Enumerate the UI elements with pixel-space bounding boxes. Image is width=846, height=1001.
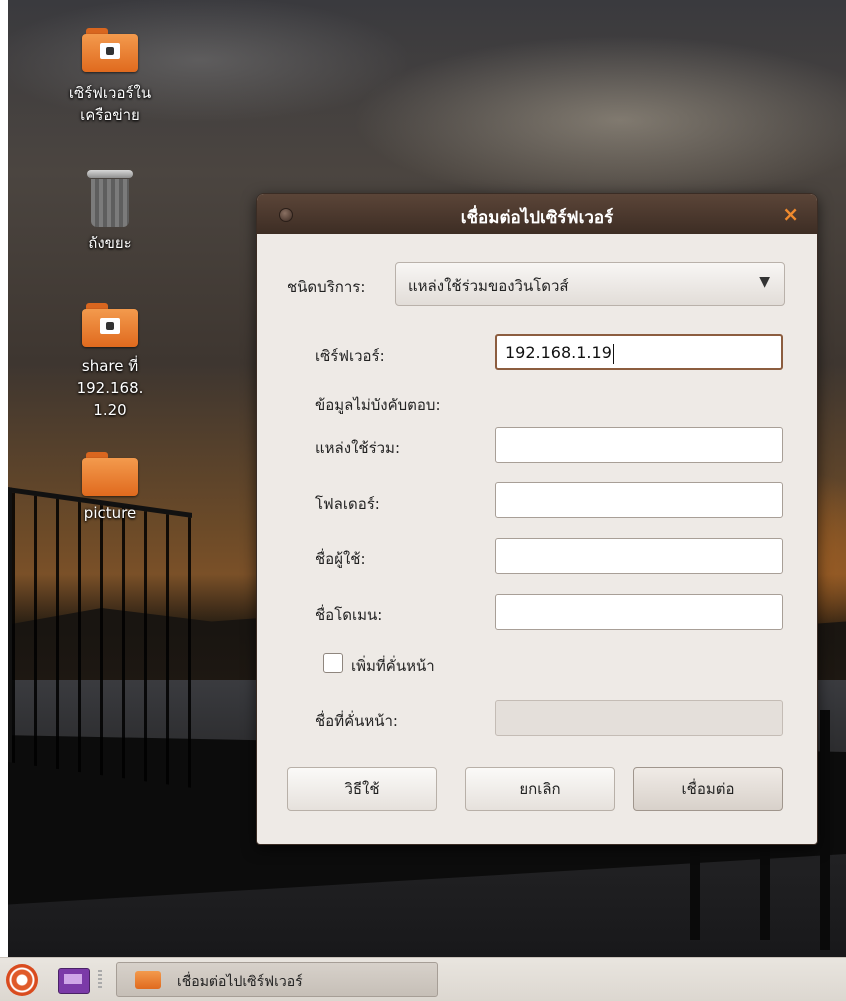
chevron-down-icon: ▼	[759, 274, 770, 290]
share-input[interactable]	[495, 427, 783, 463]
add-bookmark-checkbox[interactable]	[323, 653, 343, 673]
optional-info-label: ข้อมูลไม่บังคับตอบ:	[315, 396, 441, 414]
pier-post	[690, 830, 700, 940]
desktop-icon-network-servers[interactable]: เซิร์ฟเวอร์ใน เครือข่าย	[50, 28, 170, 126]
taskbar-task-connect-server[interactable]: เชื่อมต่อไปเซิร์ฟเวอร์	[116, 962, 438, 997]
desktop-icon-picture[interactable]: picture	[50, 452, 170, 524]
desktop-icon-label: เครือข่าย	[80, 106, 140, 124]
taskbar: เชื่อมต่อไปเซิร์ฟเวอร์	[0, 957, 846, 1001]
taskbar-separator	[98, 970, 102, 990]
service-type-value: แหล่งใช้ร่วมของวินโดวส์	[408, 277, 569, 295]
server-input-value: 192.168.1.19	[505, 343, 612, 362]
server-label: เซิร์ฟเวอร์:	[315, 347, 385, 365]
share-label: แหล่งใช้ร่วม:	[315, 439, 400, 457]
desktop-icon-label: ถังขยะ	[88, 234, 132, 252]
share-folder-icon	[82, 303, 138, 347]
username-input[interactable]	[495, 538, 783, 574]
connect-to-server-dialog: เชื่อมต่อไปเซิร์ฟเวอร์ × ชนิดบริการ: แหล…	[256, 193, 818, 845]
domain-label: ชื่อโดเมน:	[315, 606, 383, 624]
add-bookmark-label[interactable]: เพิ่มที่คั่นหน้า	[351, 654, 435, 678]
cancel-button[interactable]: ยกเลิก	[465, 767, 615, 811]
folder-icon	[135, 971, 161, 989]
screen-edge	[0, 0, 8, 957]
trash-icon	[87, 170, 133, 228]
desktop-icon-label: เซิร์ฟเวอร์ใน	[68, 84, 152, 102]
text-cursor	[612, 343, 614, 364]
folder-icon	[82, 452, 138, 496]
service-type-dropdown[interactable]: แหล่งใช้ร่วมของวินโดวส์ ▼	[395, 262, 785, 306]
pier-railing	[8, 487, 192, 788]
folder-label: โฟลเดอร์:	[315, 495, 380, 513]
domain-input[interactable]	[495, 594, 783, 630]
connect-button[interactable]: เชื่อมต่อ	[633, 767, 783, 811]
network-folder-icon	[82, 28, 138, 72]
username-label: ชื่อผู้ใช้:	[315, 550, 366, 568]
bookmark-name-input	[495, 700, 783, 736]
service-type-label: ชนิดบริการ:	[287, 278, 366, 296]
desktop-icon-trash[interactable]: ถังขยะ	[50, 170, 170, 254]
desktop-icon-share[interactable]: share ที่ 192.168. 1.20	[50, 303, 170, 421]
main-menu-icon[interactable]	[6, 964, 38, 996]
app-launcher-icon[interactable]	[58, 968, 90, 994]
close-icon[interactable]: ×	[782, 202, 799, 226]
desktop-icon-label: picture	[83, 504, 137, 522]
taskbar-task-label: เชื่อมต่อไปเซิร์ฟเวอร์	[177, 974, 303, 990]
desktop-icon-label: 1.20	[93, 401, 127, 419]
folder-input[interactable]	[495, 482, 783, 518]
dialog-title: เชื่อมต่อไปเซิร์ฟเวอร์	[460, 208, 614, 228]
server-input[interactable]: 192.168.1.19	[495, 334, 783, 370]
bookmark-name-label: ชื่อที่คั่นหน้า:	[315, 712, 398, 730]
desktop-icon-label: share ที่ 192.168.	[76, 357, 144, 397]
help-button[interactable]: วิธีใช้	[287, 767, 437, 811]
dialog-titlebar[interactable]: เชื่อมต่อไปเซิร์ฟเวอร์ ×	[257, 194, 817, 234]
pier-post	[820, 710, 830, 950]
